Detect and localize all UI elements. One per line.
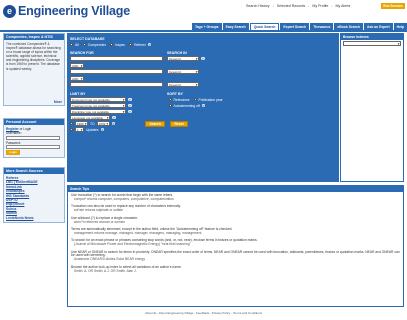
search-button[interactable]: Search <box>145 120 166 127</box>
help-icon[interactable]: ? <box>201 104 206 108</box>
tab-ask-an-expert[interactable]: Ask an Expert <box>364 23 393 30</box>
sort-relevance-radio[interactable] <box>168 98 172 101</box>
year-to-select[interactable]: 2009 <box>96 121 110 126</box>
browse-indexes-panel: Browse Indexes <box>340 33 404 182</box>
help-icon[interactable]: ? <box>128 98 132 102</box>
tip-item: Browse the author look-up index to selec… <box>71 264 182 273</box>
tab-easy-search[interactable]: Easy Search <box>222 23 249 30</box>
search-term-input-3[interactable] <box>70 82 163 87</box>
logo-text: Engineering Village <box>18 4 130 18</box>
login-button[interactable]: Login <box>6 149 20 155</box>
search-tips-panel: Search Tips Use truncation (*) to search… <box>67 185 404 307</box>
header-band <box>0 30 407 32</box>
language-select[interactable]: Language not available <box>70 115 110 120</box>
db-all-checkbox[interactable] <box>70 43 73 46</box>
help-icon[interactable]: ? <box>100 128 105 132</box>
tip-item: Use wildcard (?) to replace a single cha… <box>71 215 138 224</box>
sort-year-radio[interactable] <box>193 98 197 101</box>
sort-year-label: Publication year <box>198 97 223 102</box>
top-links: Search History - Selected Records - My Pro… <box>246 4 351 8</box>
tip-item: To search for an exact phrase or phrases… <box>71 238 258 247</box>
db-referex-checkbox[interactable] <box>129 43 133 46</box>
tab-help[interactable]: Help <box>393 23 407 30</box>
tab-ebook-search[interactable]: eBook Search <box>334 23 364 30</box>
tip-item: Truncation can also be used to replace a… <box>71 204 181 213</box>
db-referex-label: Referex <box>134 42 146 47</box>
db-inspec-checkbox[interactable] <box>110 43 114 46</box>
my-profile-link[interactable]: My Profile <box>312 4 328 8</box>
tab-bar: Tags + Groups Easy Search Quick Search E… <box>129 23 407 30</box>
search-for-label: SEARCH FOR <box>70 50 94 55</box>
tip-item: Terms are automatically stemmed, except … <box>71 226 233 235</box>
help-icon[interactable]: ? <box>111 122 116 126</box>
sort-by-label: SORT BY <box>167 91 183 96</box>
more-sources-panel: More Search Sources Referex LBC | ENGnet… <box>3 167 65 224</box>
reset-button[interactable]: Reset <box>170 120 189 127</box>
source-link-lexisnexis[interactable]: LexisNexis News <box>6 216 62 220</box>
tab-quick-search[interactable]: Quick Search <box>249 23 280 30</box>
username-input[interactable] <box>6 135 60 140</box>
connector-select-2[interactable]: AND <box>70 76 84 81</box>
end-session-button[interactable]: End Session <box>381 3 405 9</box>
year-from-select[interactable]: 1969 <box>75 121 88 126</box>
select-database-label: SELECT DATABASE <box>70 37 105 41</box>
tip-item: Use truncation (*) to search for words t… <box>71 193 174 201</box>
connector-select-1[interactable]: AND <box>70 63 84 68</box>
db-all-label: All <box>75 42 79 47</box>
document-type-select[interactable]: Document type not available <box>70 97 126 102</box>
search-in-label: SEARCH IN <box>167 50 187 55</box>
tab-tags-groups[interactable]: Tags + Groups <box>191 23 222 30</box>
autostemming-checkbox[interactable] <box>168 104 172 107</box>
search-term-input-1[interactable] <box>70 56 163 61</box>
database-info-text: The combined Compendex® & Inspec® databa… <box>6 42 61 71</box>
logo-icon: e <box>3 4 16 18</box>
year-range-radio[interactable] <box>70 122 73 125</box>
updates-label: Updates <box>86 127 99 132</box>
help-icon[interactable]: ? <box>201 57 205 61</box>
my-alerts-link[interactable]: My Alerts <box>336 4 351 8</box>
browse-indexes-title: Browse Indexes <box>341 34 403 40</box>
help-icon[interactable]: ? <box>128 110 132 114</box>
updates-select[interactable]: 1 <box>75 127 84 132</box>
search-form: SELECT DATABASE All Compendex Inspec Ref… <box>67 33 339 182</box>
db-inspec-label: Inspec <box>115 42 126 47</box>
help-icon[interactable]: ? <box>128 104 132 108</box>
selected-records-link[interactable]: Selected Records <box>277 4 305 8</box>
tab-expert-search[interactable]: Expert Search <box>280 23 310 30</box>
search-in-select-3[interactable]: Keyword <box>167 82 199 87</box>
footer-links[interactable]: About Ei - About Engineering Village - F… <box>0 311 407 315</box>
db-compendex-checkbox[interactable] <box>82 43 86 46</box>
limit-by-label: LIMIT BY <box>70 91 86 96</box>
updates-radio[interactable] <box>70 128 73 131</box>
tab-thesaurus[interactable]: Thesaurus <box>310 23 334 30</box>
tip-item: Use NEAR or ONEAR to search for terms in… <box>71 249 400 262</box>
browse-indexes-select[interactable] <box>343 41 401 46</box>
help-icon[interactable]: ? <box>147 43 152 47</box>
search-in-select-1[interactable]: Keyword <box>167 56 199 61</box>
sort-relevance-label: Relevance <box>173 97 190 102</box>
database-info-panel: Compendex, Inspec & NTIS The combined Co… <box>3 33 65 106</box>
password-input[interactable] <box>6 144 60 149</box>
discipline-type-select[interactable]: Discipline type not available <box>70 109 126 114</box>
database-more-link[interactable]: More <box>4 100 64 105</box>
search-term-input-2[interactable] <box>70 69 163 74</box>
db-compendex-label: Compendex <box>87 42 107 47</box>
search-history-link[interactable]: Search History <box>246 4 270 8</box>
personal-account-panel: Personal Account Register or Login Usern… <box>3 118 65 158</box>
help-icon[interactable]: ? <box>112 116 116 120</box>
logo[interactable]: e Engineering Village <box>3 4 130 18</box>
autostemming-label: Autostemming off <box>173 103 200 108</box>
search-in-select-2[interactable]: Keyword <box>167 69 199 74</box>
treatment-type-select[interactable]: Treatment type not available <box>70 103 126 108</box>
